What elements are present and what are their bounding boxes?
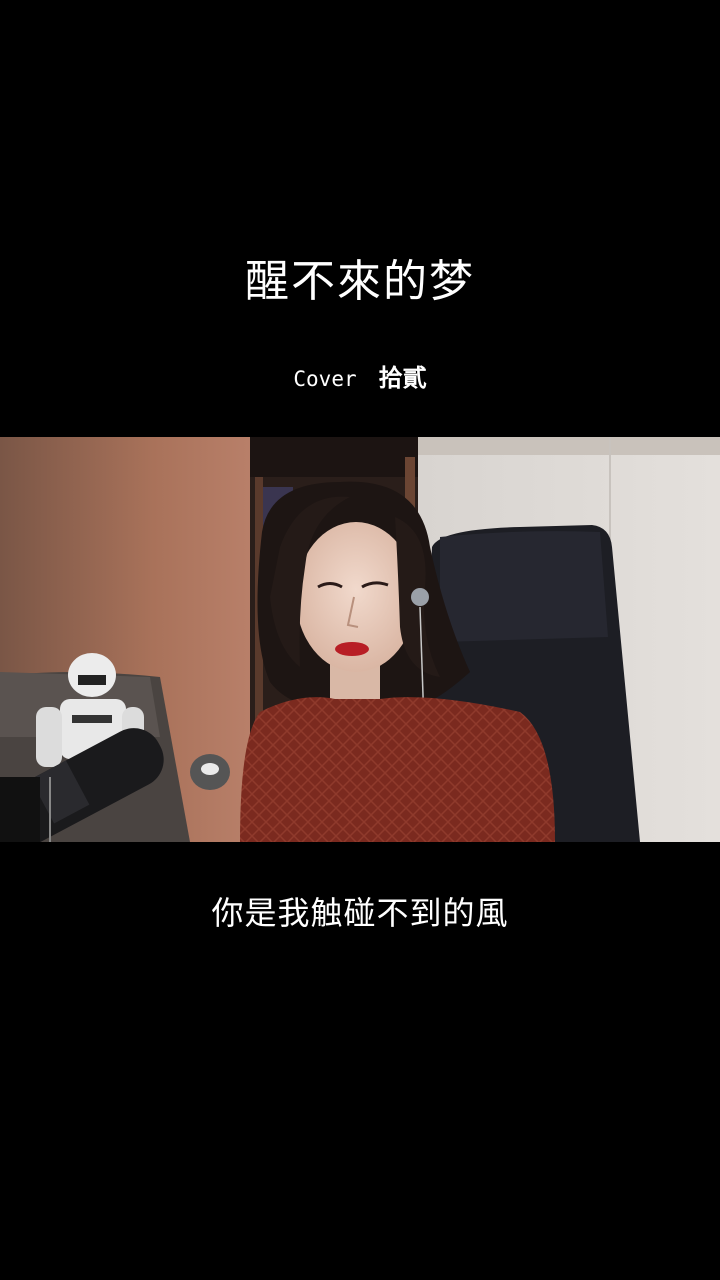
video-frame [0, 437, 720, 842]
video-player[interactable] [0, 437, 720, 842]
cover-label: Cover [293, 367, 357, 391]
artist-name: 拾貳 [378, 363, 427, 392]
song-title: 醒不來的梦 [245, 256, 475, 307]
lyric-line: 你是我触碰不到的風 [211, 894, 509, 932]
cover-credit: Cover 拾貳 [0, 362, 720, 396]
